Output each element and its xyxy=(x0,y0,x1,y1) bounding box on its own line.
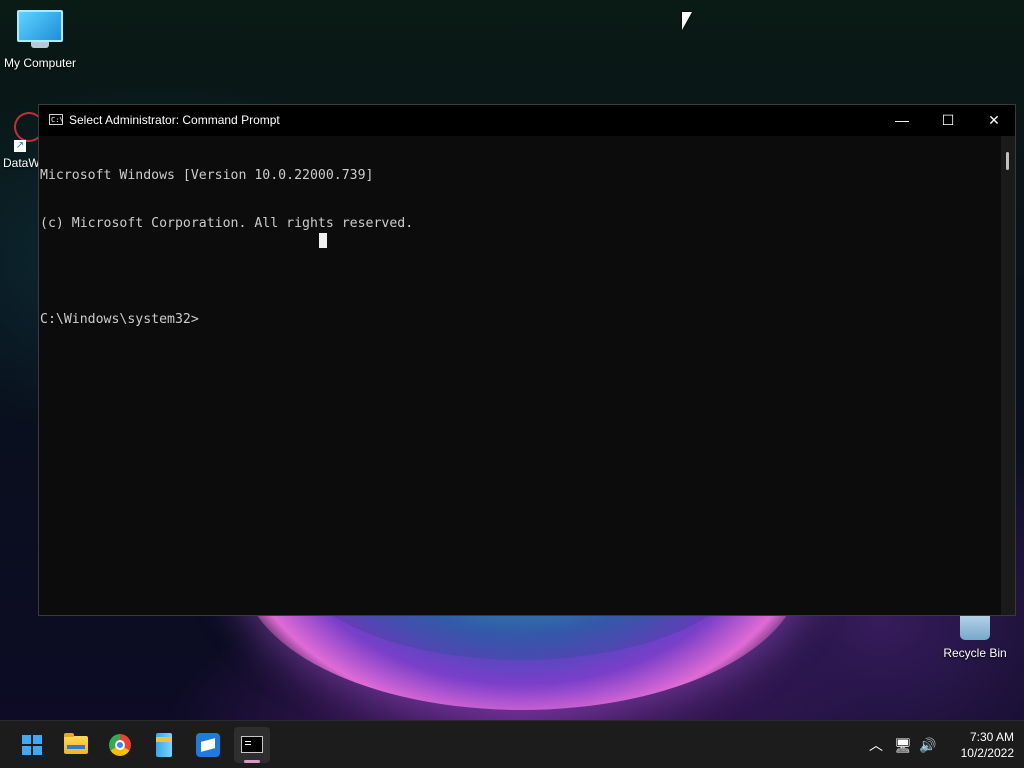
vertical-scrollbar[interactable] xyxy=(1001,136,1015,615)
taskbar-chrome[interactable] xyxy=(102,727,138,763)
clock-date: 10/2/2022 xyxy=(960,746,1014,760)
computer-icon xyxy=(17,10,63,48)
folder-icon xyxy=(64,733,88,754)
desktop-icon-label: My Computer xyxy=(3,56,77,70)
clock-time: 7:30 AM xyxy=(969,730,1014,744)
shortcut-arrow-icon: ↗ xyxy=(14,140,26,152)
taskbar-archiver[interactable] xyxy=(146,727,182,763)
terminal-icon xyxy=(241,736,263,753)
desktop-icon-label: DataW xyxy=(3,156,40,170)
taskbar: ︿ 🖥 🔊 7:30 AM 10/2/2022 xyxy=(0,720,1024,768)
console-line: Microsoft Windows [Version 10.0.22000.73… xyxy=(40,168,374,183)
windows-start-icon xyxy=(22,735,42,755)
scrollbar-thumb[interactable] xyxy=(1006,152,1009,170)
console-output[interactable]: Microsoft Windows [Version 10.0.22000.73… xyxy=(39,136,1002,615)
show-hidden-icons-chevron-icon[interactable]: ︿ xyxy=(866,735,886,755)
active-app-indicator xyxy=(244,760,260,763)
volume-icon[interactable]: 🔊 xyxy=(918,735,938,755)
recycle-bin-icon xyxy=(960,612,990,640)
maximize-button[interactable]: ☐ xyxy=(925,105,971,136)
console-line: (c) Microsoft Corporation. All rights re… xyxy=(40,216,414,231)
system-clock[interactable]: 7:30 AM 10/2/2022 xyxy=(940,729,1014,761)
mouse-pointer-icon xyxy=(682,12,692,30)
taskbar-command-prompt[interactable] xyxy=(234,727,270,763)
minimize-button[interactable]: — xyxy=(879,105,925,136)
desktop-icon-my-computer[interactable]: My Computer xyxy=(0,10,80,70)
taskbar-box-app[interactable] xyxy=(190,727,226,763)
network-icon[interactable]: 🖥 xyxy=(893,735,913,755)
desktop-icon-recycle-bin[interactable]: Recycle Bin xyxy=(935,612,1015,660)
window-titlebar[interactable]: C:\ Select Administrator: Command Prompt… xyxy=(39,105,1015,136)
chrome-icon xyxy=(109,734,131,756)
window-title: Select Administrator: Command Prompt xyxy=(69,113,280,127)
command-prompt-window[interactable]: C:\ Select Administrator: Command Prompt… xyxy=(38,104,1016,616)
console-prompt: C:\Windows\system32> xyxy=(40,312,199,327)
start-button[interactable] xyxy=(14,727,50,763)
taskbar-file-explorer[interactable] xyxy=(58,727,94,763)
close-button[interactable]: ✕ xyxy=(971,105,1017,136)
desktop-icon-label: Recycle Bin xyxy=(943,646,1007,660)
text-cursor xyxy=(319,233,327,248)
archive-icon xyxy=(156,733,172,757)
console-app-icon: C:\ xyxy=(49,114,64,125)
box-icon xyxy=(196,733,220,757)
